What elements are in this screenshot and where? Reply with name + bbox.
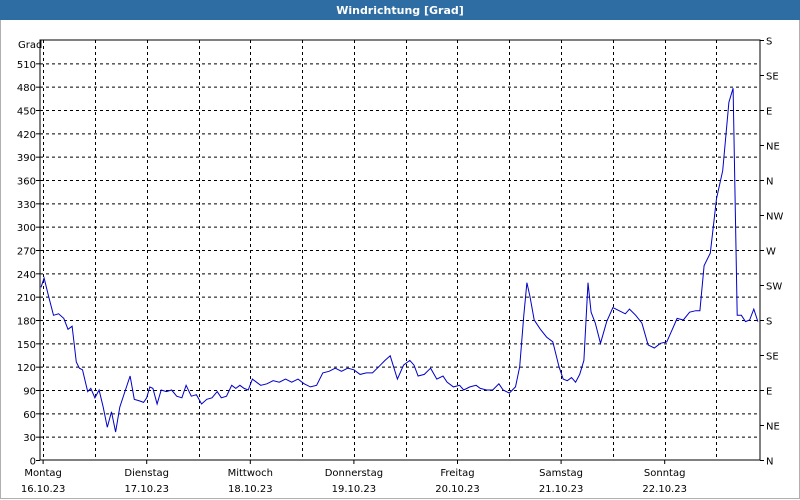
grid-layer [40,40,760,460]
y2-tick-label: S [766,37,772,48]
x-tick-day-label: Dienstag [124,468,169,479]
y-tick-label: 180 [17,317,36,328]
y-tick-label: 330 [17,200,36,211]
y-tick-label: 240 [17,270,36,281]
x-tick-date-label: 20.10.23 [435,484,480,495]
y2-tick-label: N [766,457,773,468]
y2-tick-label: NE [766,422,780,433]
x-tick-date-label: 21.10.23 [539,484,584,495]
x-tick-date-label: 18.10.23 [228,484,273,495]
x-tick-date-label: 22.10.23 [642,484,687,495]
x-tick-date-label: 17.10.23 [124,484,169,495]
x-tick-date-label: 16.10.23 [21,484,66,495]
y-tick-label: 450 [17,107,36,118]
y2-tick-label: E [766,107,772,118]
y2-tick-label: N [766,177,773,188]
y-tick-label: 390 [17,153,36,164]
y-tick-label: 510 [17,60,36,71]
y2-tick-label: SE [766,72,779,83]
y-tick-label: 120 [17,363,36,374]
x-tick-day-label: Montag [24,468,61,479]
y2-tick-label: SE [766,352,779,363]
y2-tick-label: W [766,247,776,258]
axis-layer: 0 30 60 90 120 150 180 210 240 270 300 330 360 390 420… [17,37,784,496]
y-axis-label: Grad [18,40,42,51]
y-tick-label: 210 [17,293,36,304]
wind-direction-series-line [40,88,759,433]
y2-tick-label: SW [766,282,782,293]
y-tick-label: 360 [17,177,36,188]
x-tick-date-label: 19.10.23 [332,484,377,495]
y-tick-label: 90 [23,387,36,398]
x-tick-day-label: Samstag [539,468,583,479]
y-tick-label: 150 [17,340,36,351]
wind-direction-chart: 0 30 60 90 120 150 180 210 240 270 300 330 360 390 420… [17,37,784,496]
y2-tick-label: NE [766,142,780,153]
x-tick-day-label: Mittwoch [228,468,273,479]
y-tick-label: 480 [17,83,36,94]
y-tick-label: 420 [17,130,36,141]
y-tick-label: 0 [30,457,36,468]
x-tick-day-label: Sonntag [644,468,686,479]
y2-tick-label: NW [766,212,783,223]
y-tick-label: 30 [23,433,36,444]
y2-tick-label: E [766,387,772,398]
y2-tick-label: S [766,317,772,328]
data-layer [40,88,759,433]
x-tick-day-label: Freitag [440,468,474,479]
y-tick-label: 60 [23,410,36,421]
y-tick-label: 270 [17,247,36,258]
x-tick-day-label: Donnerstag [325,468,383,479]
y-tick-label: 300 [17,223,36,234]
